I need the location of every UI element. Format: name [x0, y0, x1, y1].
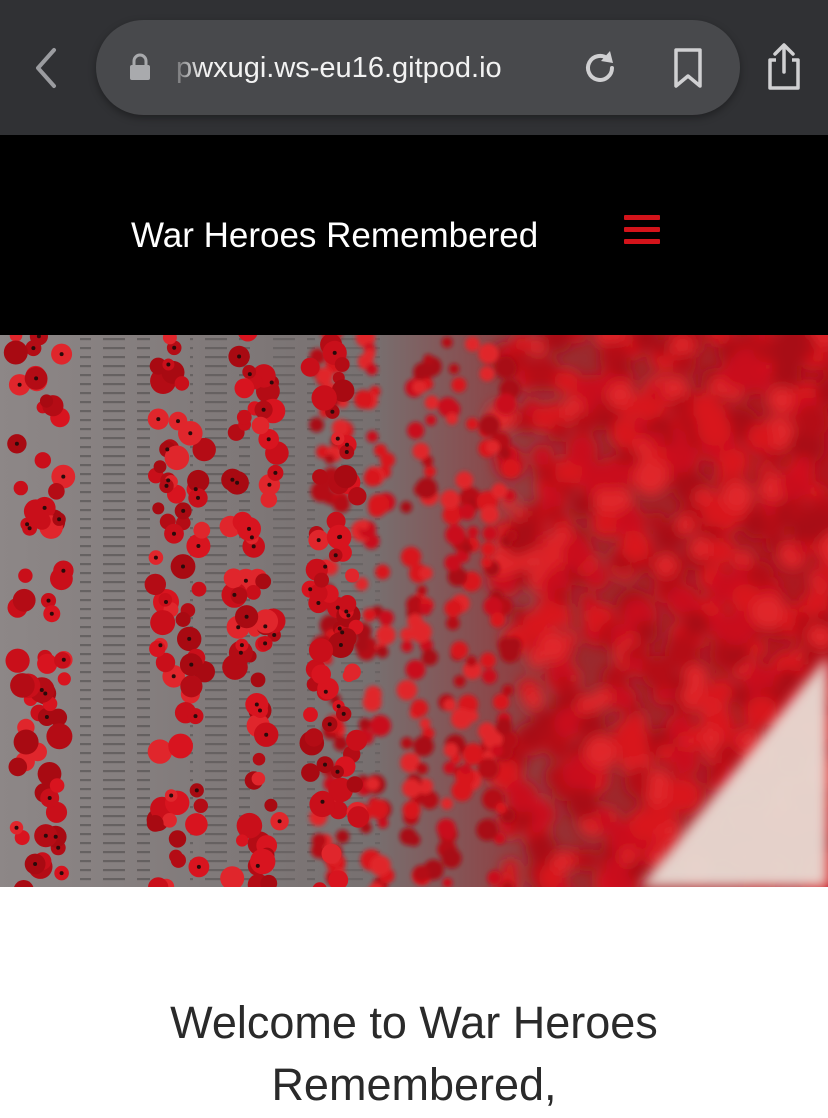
- hamburger-menu-icon[interactable]: [622, 213, 662, 247]
- welcome-line-2: Remembered,: [271, 1059, 557, 1110]
- site-title[interactable]: War Heroes Remembered: [131, 215, 538, 257]
- welcome-heading: Welcome to War Heroes Remembered,: [110, 992, 718, 1116]
- browser-toolbar: pwxugi.ws-eu16.gitpod.io: [0, 0, 828, 135]
- reload-icon[interactable]: [580, 48, 620, 88]
- back-arrow-icon[interactable]: [26, 46, 66, 90]
- lock-icon: [128, 52, 152, 82]
- share-icon[interactable]: [762, 42, 806, 92]
- site-header: War Heroes Remembered: [0, 135, 828, 335]
- hero-image: [0, 335, 828, 887]
- welcome-line-1: Welcome to War Heroes: [170, 997, 658, 1048]
- url-text[interactable]: pwxugi.ws-eu16.gitpod.io: [176, 48, 548, 88]
- poppies-on-memorial-wall-photo: [0, 335, 828, 887]
- bookmark-icon[interactable]: [670, 46, 706, 90]
